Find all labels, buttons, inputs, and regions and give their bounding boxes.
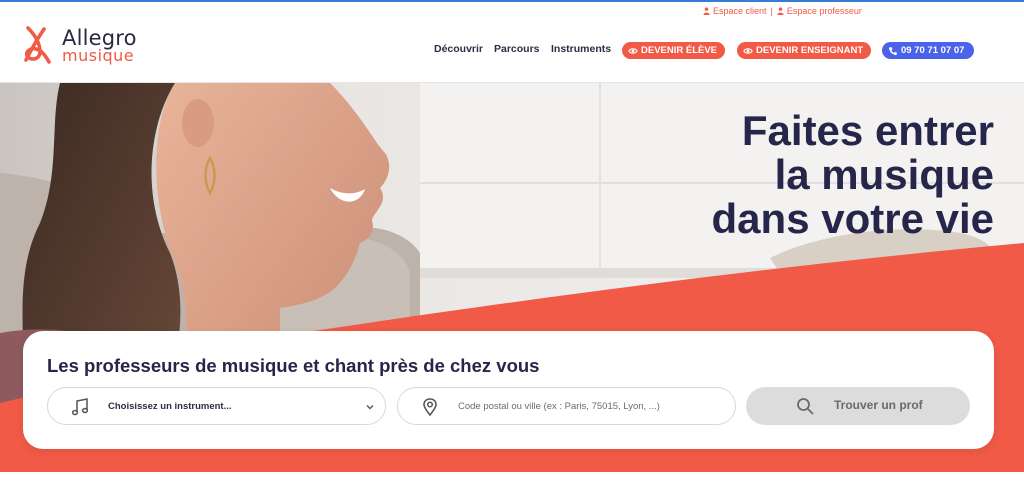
become-teacher-label: DEVENIR ENSEIGNANT	[756, 45, 864, 56]
eye-icon	[743, 47, 753, 54]
search-card: Les professeurs de musique et chant près…	[23, 331, 994, 449]
person-icon	[777, 7, 784, 15]
utility-links: Espace client | Espace professeur	[703, 6, 862, 16]
phone-number: 09 70 71 07 07	[901, 45, 965, 56]
instrument-select-value: Choisissez un instrument...	[108, 401, 232, 412]
espace-professeur-link[interactable]: Espace professeur	[787, 6, 862, 16]
become-student-button[interactable]: DEVENIR ÉLÈVE	[622, 42, 726, 59]
page-bottom-strip	[0, 472, 1024, 482]
espace-client-link[interactable]: Espace client	[713, 6, 767, 16]
search-icon	[797, 398, 814, 415]
location-input-placeholder: Code postal ou ville (ex : Paris, 75015,…	[458, 401, 660, 412]
nav-parcours[interactable]: Parcours	[494, 43, 540, 55]
hero-line-3: dans votre vie	[711, 195, 994, 242]
search-card-title: Les professeurs de musique et chant près…	[47, 355, 540, 376]
person-icon	[703, 7, 710, 15]
find-teacher-label: Trouver un prof	[834, 398, 923, 412]
util-separator: |	[770, 6, 773, 16]
top-accent-line	[0, 0, 1024, 2]
location-input[interactable]: Code postal ou ville (ex : Paris, 75015,…	[397, 387, 736, 425]
music-note-icon	[71, 398, 89, 416]
instrument-select[interactable]: Choisissez un instrument...	[47, 387, 386, 425]
become-student-label: DEVENIR ÉLÈVE	[641, 45, 718, 56]
nav-instruments[interactable]: Instruments	[551, 43, 611, 55]
find-teacher-button[interactable]: Trouver un prof	[746, 387, 970, 425]
nav-decouvrir[interactable]: Découvrir	[434, 43, 483, 55]
allegro-logo[interactable]: Allegro musique	[22, 26, 152, 66]
location-pin-icon	[423, 398, 437, 417]
become-teacher-button[interactable]: DEVENIR ENSEIGNANT	[737, 42, 872, 59]
hero-line-1: Faites entrer	[741, 107, 994, 154]
logo-text-musique: musique	[62, 46, 135, 65]
hero-headline: Faites entrer la musique dans votre vie	[712, 109, 994, 241]
phone-icon	[888, 46, 897, 55]
hero-line-2: la musique	[774, 151, 994, 198]
eye-icon	[628, 47, 638, 54]
phone-button[interactable]: 09 70 71 07 07	[882, 42, 975, 59]
logo-mark-icon	[24, 26, 51, 64]
chevron-down-icon	[366, 405, 374, 410]
